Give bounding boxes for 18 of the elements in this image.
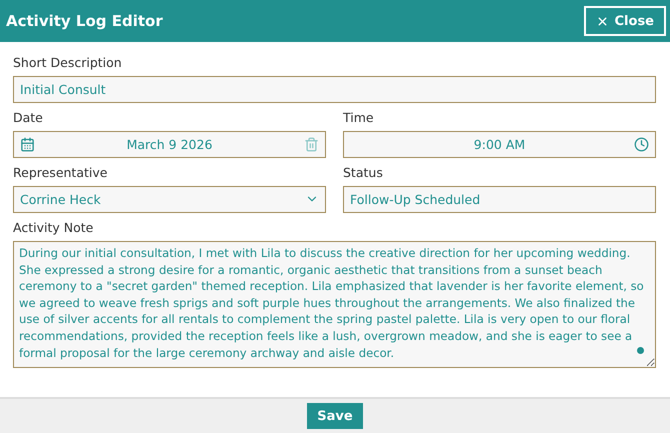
close-button[interactable]: Close (584, 6, 666, 36)
calendar-icon[interactable] (20, 137, 35, 152)
status-field[interactable]: Follow-Up Scheduled (343, 186, 656, 213)
field-label: Representative (13, 164, 108, 182)
field-label: Short Description (13, 54, 123, 72)
date-field[interactable]: March 9 2026 (13, 131, 326, 158)
short-description-field[interactable]: Initial Consult (13, 76, 656, 103)
field-label: Activity Note (13, 218, 94, 237)
close-icon (596, 14, 609, 28)
field-label: Time (343, 108, 375, 126)
clock-icon[interactable] (634, 137, 649, 152)
activity-note-field[interactable]: During our initial consultation, I met with Lila to discuss the creative direction for her upcoming wedding. She expressed a strong desire for a romantic, organic aesthetic that transitions from a sunset beach ceremony to a "secret garden" themed reception. Lila emphasized that lavender is her favorite element, so we agreed to weave fresh sprigs and soft purple hues throughout the arrangements. We also finalized the use of silver accents for all rentals to complement the spring pastel palette. Lila is very open to our floral recommendations, provided the reception feels like a lush, overgrown meadow, and she is eager to see a formal proposal for the large ceremony archway and aisle decor. (13, 241, 656, 368)
field-label: Date (13, 108, 44, 126)
time-field[interactable]: 9:00 AM (343, 131, 656, 158)
field-label: Status (343, 164, 384, 182)
save-button[interactable]: Save (307, 403, 363, 429)
representative-select[interactable]: Corrine Heck (13, 186, 326, 213)
window-title: Activity Log Editor (6, 12, 163, 30)
